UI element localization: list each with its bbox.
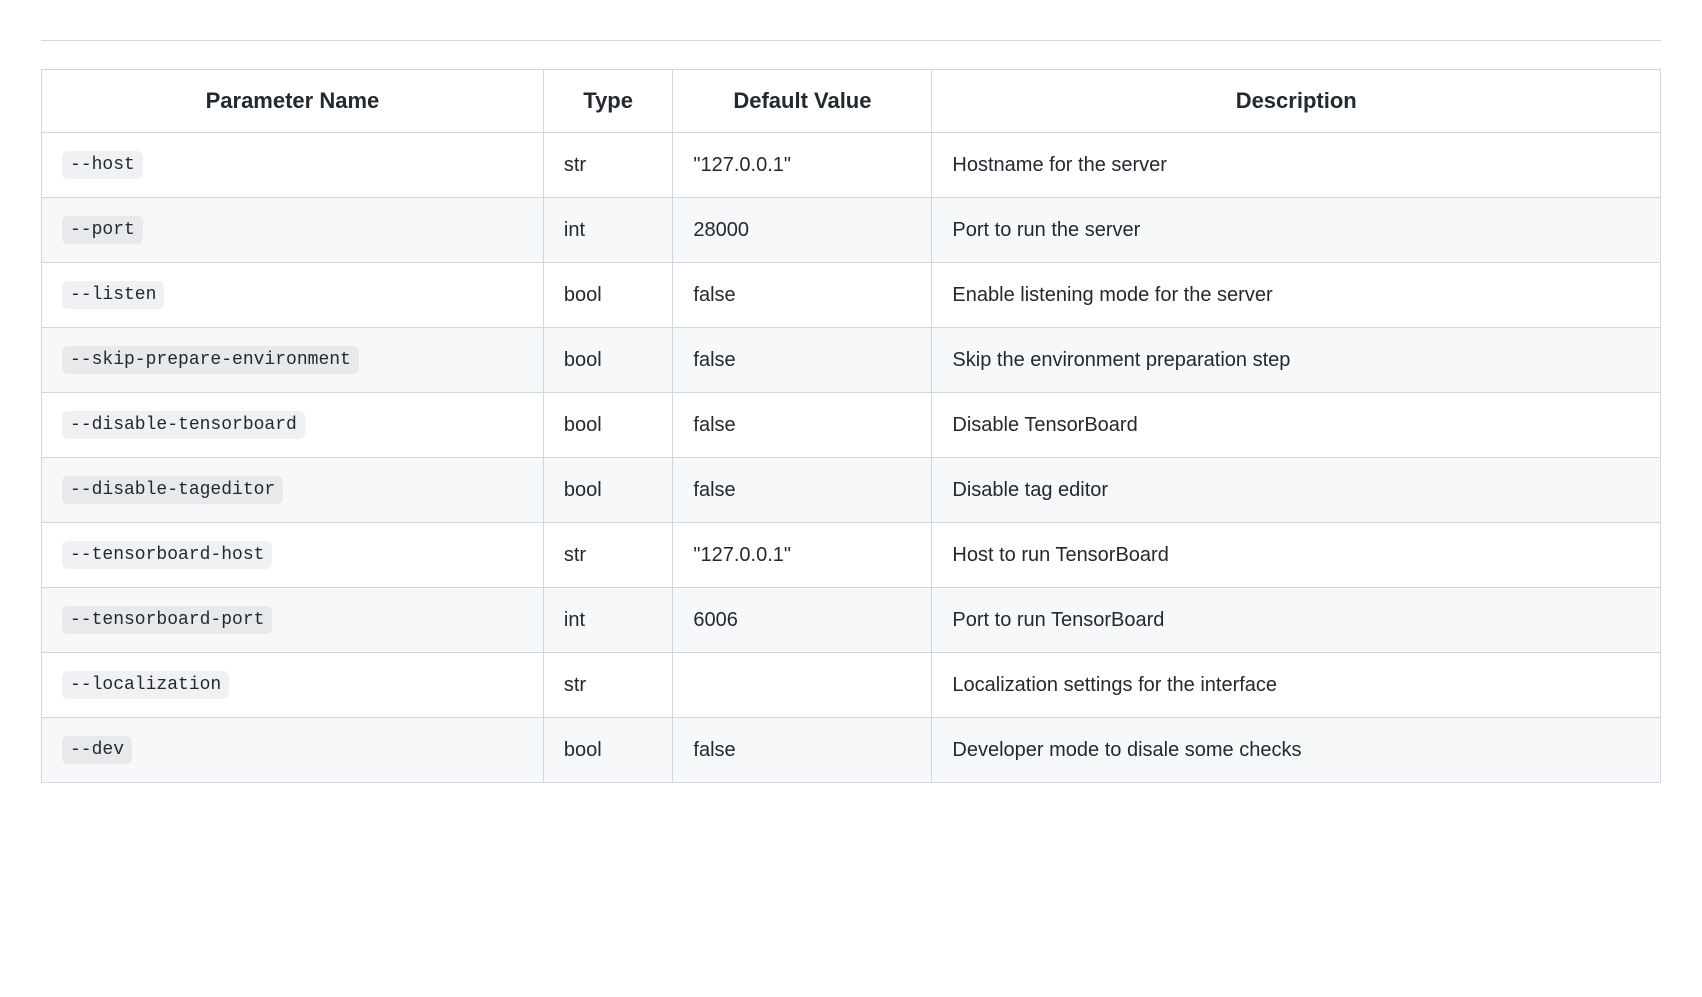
cell-param: --disable-tageditor [42, 458, 544, 523]
cell-type: str [543, 653, 673, 718]
param-code: --disable-tageditor [62, 476, 283, 504]
table-row: --port int 28000 Port to run the server [42, 198, 1661, 263]
cell-param: --skip-prepare-environment [42, 328, 544, 393]
param-code: --dev [62, 736, 132, 764]
cell-default: 6006 [673, 588, 932, 653]
cell-param: --dev [42, 718, 544, 783]
table-row: --disable-tensorboard bool false Disable… [42, 393, 1661, 458]
cell-description: Host to run TensorBoard [932, 523, 1661, 588]
cell-description: Disable TensorBoard [932, 393, 1661, 458]
table-row: --skip-prepare-environment bool false Sk… [42, 328, 1661, 393]
cell-param: --localization [42, 653, 544, 718]
cell-param: --disable-tensorboard [42, 393, 544, 458]
table-row: --tensorboard-host str "127.0.0.1" Host … [42, 523, 1661, 588]
table-row: --dev bool false Developer mode to disal… [42, 718, 1661, 783]
param-code: --disable-tensorboard [62, 411, 305, 439]
cell-description: Localization settings for the interface [932, 653, 1661, 718]
cell-type: bool [543, 263, 673, 328]
header-default-value: Default Value [673, 70, 932, 133]
cell-description: Port to run the server [932, 198, 1661, 263]
cell-description: Enable listening mode for the server [932, 263, 1661, 328]
header-parameter-name: Parameter Name [42, 70, 544, 133]
table-row: --disable-tageditor bool false Disable t… [42, 458, 1661, 523]
table-row: --tensorboard-port int 6006 Port to run … [42, 588, 1661, 653]
param-code: --port [62, 216, 143, 244]
cell-type: str [543, 523, 673, 588]
table-row: --listen bool false Enable listening mod… [42, 263, 1661, 328]
param-code: --tensorboard-port [62, 606, 272, 634]
cell-default: false [673, 328, 932, 393]
cell-description: Port to run TensorBoard [932, 588, 1661, 653]
param-code: --tensorboard-host [62, 541, 272, 569]
cell-param: --port [42, 198, 544, 263]
cell-default: "127.0.0.1" [673, 523, 932, 588]
table-row: --host str "127.0.0.1" Hostname for the … [42, 133, 1661, 198]
cell-description: Disable tag editor [932, 458, 1661, 523]
cell-default: false [673, 393, 932, 458]
param-code: --localization [62, 671, 229, 699]
cell-type: int [543, 588, 673, 653]
header-description: Description [932, 70, 1661, 133]
cell-type: bool [543, 718, 673, 783]
parameters-table: Parameter Name Type Default Value Descri… [41, 69, 1661, 783]
param-code: --skip-prepare-environment [62, 346, 359, 374]
cell-type: int [543, 198, 673, 263]
table-row: --localization str Localization settings… [42, 653, 1661, 718]
cell-description: Developer mode to disale some checks [932, 718, 1661, 783]
cell-param: --tensorboard-port [42, 588, 544, 653]
cell-default [673, 653, 932, 718]
param-code: --host [62, 151, 143, 179]
cell-description: Hostname for the server [932, 133, 1661, 198]
cell-default: "127.0.0.1" [673, 133, 932, 198]
cell-type: str [543, 133, 673, 198]
cell-type: bool [543, 393, 673, 458]
table-header-row: Parameter Name Type Default Value Descri… [42, 70, 1661, 133]
cell-default: false [673, 718, 932, 783]
cell-param: --listen [42, 263, 544, 328]
cell-param: --host [42, 133, 544, 198]
param-code: --listen [62, 281, 164, 309]
cell-default: false [673, 458, 932, 523]
cell-default: false [673, 263, 932, 328]
cell-default: 28000 [673, 198, 932, 263]
cell-description: Skip the environment preparation step [932, 328, 1661, 393]
top-divider [41, 40, 1661, 41]
cell-type: bool [543, 458, 673, 523]
cell-type: bool [543, 328, 673, 393]
header-type: Type [543, 70, 673, 133]
cell-param: --tensorboard-host [42, 523, 544, 588]
table-body: --host str "127.0.0.1" Hostname for the … [42, 133, 1661, 783]
